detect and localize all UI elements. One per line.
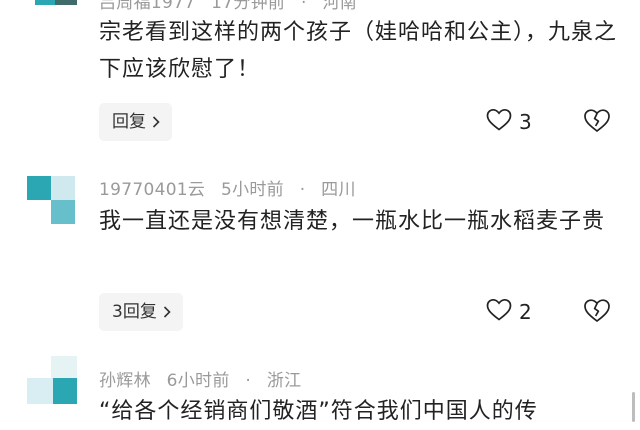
comment-username[interactable]: 吕周福1977 <box>99 0 195 13</box>
heart-outline-icon <box>486 108 512 136</box>
comment-separator: · <box>245 371 252 391</box>
comment-text: “给各个经销商们敬酒”符合我们中国人的传 <box>99 399 538 424</box>
user-avatar-icon[interactable] <box>27 356 77 406</box>
comment-location: 四川 <box>321 180 356 200</box>
comment-time: 5小时前 <box>220 180 284 200</box>
comment-meta: 吕周福1977 17分钟前 · 河南 <box>99 0 367 13</box>
comment-text: 宗老看到这样的两个孩子（娃哈哈和公主），九泉之下应该欣慰了！ <box>99 20 618 82</box>
comment-text: 我一直还是没有想清楚，一瓶水比一瓶水稻麦子贵 <box>99 209 606 234</box>
comment-time: 17分钟前 <box>211 0 286 13</box>
comment-separator: · <box>299 180 306 200</box>
like-count: 3 <box>519 110 532 134</box>
comment-meta: 孙辉林 6小时前 · 浙江 <box>99 366 311 391</box>
reply-button[interactable]: 回复 <box>99 103 172 141</box>
comment-location: 浙江 <box>266 371 302 391</box>
user-avatar-icon[interactable] <box>27 176 77 226</box>
chevron-right-icon <box>152 104 160 142</box>
reply-button-label: 3回复 <box>112 302 157 322</box>
comment-time: 6小时前 <box>166 371 230 391</box>
broken-heart-icon[interactable] <box>583 108 611 136</box>
comment-separator: · <box>300 0 307 13</box>
like-count: 2 <box>519 300 532 324</box>
user-avatar-icon[interactable] <box>27 0 77 25</box>
like-button[interactable]: 2 <box>486 298 532 326</box>
scrollbar[interactable] <box>632 392 635 422</box>
reply-button-label: 回复 <box>112 112 146 132</box>
heart-outline-icon <box>486 298 512 326</box>
comment-location: 河南 <box>322 0 357 13</box>
comment-username[interactable]: 孙辉林 <box>99 371 151 391</box>
broken-heart-icon[interactable] <box>583 298 611 326</box>
chevron-right-icon <box>163 294 171 332</box>
like-button[interactable]: 3 <box>486 108 532 136</box>
reply-button[interactable]: 3回复 <box>99 293 183 331</box>
comment-username[interactable]: 19770401云 <box>99 180 205 200</box>
comment-meta: 19770401云 5小时前 · 四川 <box>99 175 366 200</box>
